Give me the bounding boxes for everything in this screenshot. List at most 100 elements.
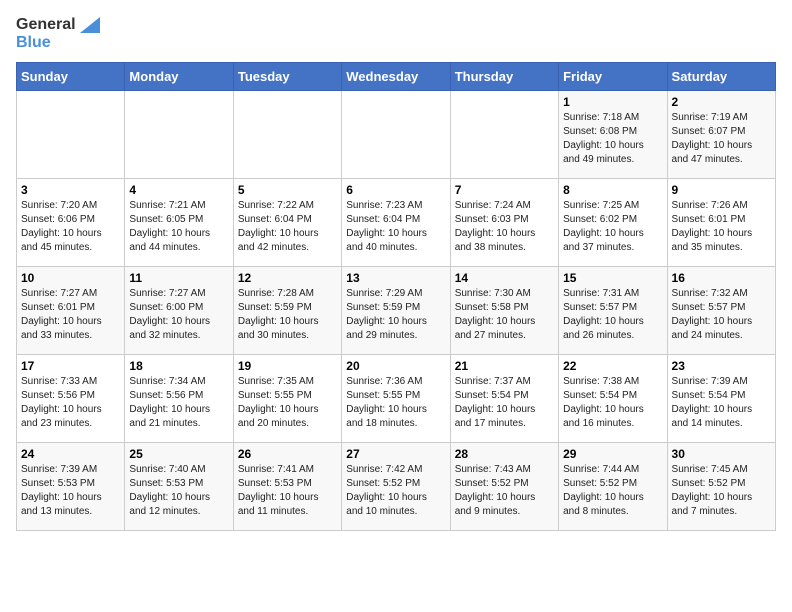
day-info: Sunrise: 7:32 AM Sunset: 5:57 PM Dayligh… — [672, 287, 771, 343]
calendar-cell: 2 Sunrise: 7:19 AM Sunset: 6:07 PM Daylig… — [667, 91, 775, 179]
day-info: Sunrise: 7:20 AM Sunset: 6:06 PM Dayligh… — [21, 199, 120, 255]
calendar-week-row: 17 Sunrise: 7:33 AM Sunset: 5:56 PM Dayli… — [17, 355, 776, 443]
day-info: Sunrise: 7:30 AM Sunset: 5:58 PM Dayligh… — [455, 287, 554, 343]
day-info: Sunrise: 7:21 AM Sunset: 6:05 PM Dayligh… — [129, 199, 228, 255]
logo-general: General — [16, 16, 76, 34]
day-info: Sunrise: 7:33 AM Sunset: 5:56 PM Dayligh… — [21, 375, 120, 431]
day-number: 22 — [563, 359, 662, 373]
day-info: Sunrise: 7:44 AM Sunset: 5:52 PM Dayligh… — [563, 463, 662, 519]
day-number: 5 — [238, 183, 337, 197]
day-info: Sunrise: 7:39 AM Sunset: 5:53 PM Dayligh… — [21, 463, 120, 519]
day-info: Sunrise: 7:26 AM Sunset: 6:01 PM Dayligh… — [672, 199, 771, 255]
day-info: Sunrise: 7:28 AM Sunset: 5:59 PM Dayligh… — [238, 287, 337, 343]
calendar-cell: 4Sunrise: 7:21 AM Sunset: 6:05 PM Daylig… — [125, 179, 233, 267]
calendar-cell — [342, 91, 450, 179]
weekday-header: Tuesday — [233, 63, 341, 91]
calendar-cell: 3 Sunrise: 7:20 AM Sunset: 6:06 PM Daylig… — [17, 179, 125, 267]
day-info: Sunrise: 7:27 AM Sunset: 6:00 PM Dayligh… — [129, 287, 228, 343]
calendar-cell: 8Sunrise: 7:25 AM Sunset: 6:02 PM Daylig… — [559, 179, 667, 267]
calendar-cell: 18 Sunrise: 7:34 AM Sunset: 5:56 PM Dayli… — [125, 355, 233, 443]
weekday-header: Monday — [125, 63, 233, 91]
day-number: 17 — [21, 359, 120, 373]
calendar-cell: 20 Sunrise: 7:36 AM Sunset: 5:55 PM Dayli… — [342, 355, 450, 443]
day-info: Sunrise: 7:45 AM Sunset: 5:52 PM Dayligh… — [672, 463, 771, 519]
day-number: 25 — [129, 447, 228, 461]
day-number: 30 — [672, 447, 771, 461]
day-number: 27 — [346, 447, 445, 461]
day-info: Sunrise: 7:27 AM Sunset: 6:01 PM Dayligh… — [21, 287, 120, 343]
day-number: 8 — [563, 183, 662, 197]
calendar-cell: 12Sunrise: 7:28 AM Sunset: 5:59 PM Dayli… — [233, 267, 341, 355]
day-info: Sunrise: 7:43 AM Sunset: 5:52 PM Dayligh… — [455, 463, 554, 519]
day-number: 29 — [563, 447, 662, 461]
day-number: 26 — [238, 447, 337, 461]
day-number: 1 — [563, 95, 662, 109]
calendar-cell — [17, 91, 125, 179]
day-number: 2 — [672, 95, 771, 109]
calendar-table: SundayMondayTuesdayWednesdayThursdayFrid… — [16, 62, 776, 531]
calendar-cell: 15 Sunrise: 7:31 AM Sunset: 5:57 PM Dayli… — [559, 267, 667, 355]
calendar-cell: 14 Sunrise: 7:30 AM Sunset: 5:58 PM Dayli… — [450, 267, 558, 355]
weekday-header: Thursday — [450, 63, 558, 91]
calendar-cell: 10 Sunrise: 7:27 AM Sunset: 6:01 PM Dayli… — [17, 267, 125, 355]
calendar-body: 1 Sunrise: 7:18 AM Sunset: 6:08 PM Daylig… — [17, 91, 776, 531]
calendar-cell: 24 Sunrise: 7:39 AM Sunset: 5:53 PM Dayli… — [17, 443, 125, 531]
day-number: 15 — [563, 271, 662, 285]
day-number: 14 — [455, 271, 554, 285]
day-info: Sunrise: 7:24 AM Sunset: 6:03 PM Dayligh… — [455, 199, 554, 255]
calendar-cell — [233, 91, 341, 179]
calendar-week-row: 10 Sunrise: 7:27 AM Sunset: 6:01 PM Dayli… — [17, 267, 776, 355]
calendar-cell: 19 Sunrise: 7:35 AM Sunset: 5:55 PM Dayli… — [233, 355, 341, 443]
weekday-header: Friday — [559, 63, 667, 91]
day-number: 28 — [455, 447, 554, 461]
day-info: Sunrise: 7:39 AM Sunset: 5:54 PM Dayligh… — [672, 375, 771, 431]
day-number: 3 — [21, 183, 120, 197]
day-number: 21 — [455, 359, 554, 373]
day-info: Sunrise: 7:29 AM Sunset: 5:59 PM Dayligh… — [346, 287, 445, 343]
day-info: Sunrise: 7:36 AM Sunset: 5:55 PM Dayligh… — [346, 375, 445, 431]
day-info: Sunrise: 7:18 AM Sunset: 6:08 PM Dayligh… — [563, 111, 662, 167]
weekday-row: SundayMondayTuesdayWednesdayThursdayFrid… — [17, 63, 776, 91]
day-number: 24 — [21, 447, 120, 461]
day-number: 7 — [455, 183, 554, 197]
day-number: 23 — [672, 359, 771, 373]
calendar-cell: 27 Sunrise: 7:42 AM Sunset: 5:52 PM Dayli… — [342, 443, 450, 531]
calendar-cell: 7 Sunrise: 7:24 AM Sunset: 6:03 PM Daylig… — [450, 179, 558, 267]
calendar-cell: 17 Sunrise: 7:33 AM Sunset: 5:56 PM Dayli… — [17, 355, 125, 443]
day-info: Sunrise: 7:22 AM Sunset: 6:04 PM Dayligh… — [238, 199, 337, 255]
day-info: Sunrise: 7:31 AM Sunset: 5:57 PM Dayligh… — [563, 287, 662, 343]
day-number: 11 — [129, 271, 228, 285]
day-number: 6 — [346, 183, 445, 197]
day-number: 20 — [346, 359, 445, 373]
calendar-cell: 25Sunrise: 7:40 AM Sunset: 5:53 PM Dayli… — [125, 443, 233, 531]
day-info: Sunrise: 7:38 AM Sunset: 5:54 PM Dayligh… — [563, 375, 662, 431]
day-number: 13 — [346, 271, 445, 285]
logo: General Blue — [16, 16, 100, 52]
logo-blue: Blue — [16, 34, 51, 52]
calendar-week-row: 1 Sunrise: 7:18 AM Sunset: 6:08 PM Daylig… — [17, 91, 776, 179]
day-info: Sunrise: 7:23 AM Sunset: 6:04 PM Dayligh… — [346, 199, 445, 255]
day-info: Sunrise: 7:37 AM Sunset: 5:54 PM Dayligh… — [455, 375, 554, 431]
day-info: Sunrise: 7:42 AM Sunset: 5:52 PM Dayligh… — [346, 463, 445, 519]
day-number: 18 — [129, 359, 228, 373]
day-number: 10 — [21, 271, 120, 285]
calendar-week-row: 24 Sunrise: 7:39 AM Sunset: 5:53 PM Dayli… — [17, 443, 776, 531]
weekday-header: Wednesday — [342, 63, 450, 91]
day-info: Sunrise: 7:19 AM Sunset: 6:07 PM Dayligh… — [672, 111, 771, 167]
calendar-header: SundayMondayTuesdayWednesdayThursdayFrid… — [17, 63, 776, 91]
calendar-week-row: 3 Sunrise: 7:20 AM Sunset: 6:06 PM Daylig… — [17, 179, 776, 267]
calendar-cell: 1 Sunrise: 7:18 AM Sunset: 6:08 PM Daylig… — [559, 91, 667, 179]
day-number: 19 — [238, 359, 337, 373]
day-info: Sunrise: 7:35 AM Sunset: 5:55 PM Dayligh… — [238, 375, 337, 431]
calendar-cell: 23 Sunrise: 7:39 AM Sunset: 5:54 PM Dayli… — [667, 355, 775, 443]
day-number: 9 — [672, 183, 771, 197]
calendar-cell: 26 Sunrise: 7:41 AM Sunset: 5:53 PM Dayli… — [233, 443, 341, 531]
day-info: Sunrise: 7:41 AM Sunset: 5:53 PM Dayligh… — [238, 463, 337, 519]
calendar-cell — [450, 91, 558, 179]
calendar-cell: 5 Sunrise: 7:22 AM Sunset: 6:04 PM Daylig… — [233, 179, 341, 267]
weekday-header: Saturday — [667, 63, 775, 91]
calendar-cell: 29 Sunrise: 7:44 AM Sunset: 5:52 PM Dayli… — [559, 443, 667, 531]
calendar-cell: 16Sunrise: 7:32 AM Sunset: 5:57 PM Dayli… — [667, 267, 775, 355]
calendar-cell: 28 Sunrise: 7:43 AM Sunset: 5:52 PM Dayli… — [450, 443, 558, 531]
day-info: Sunrise: 7:34 AM Sunset: 5:56 PM Dayligh… — [129, 375, 228, 431]
